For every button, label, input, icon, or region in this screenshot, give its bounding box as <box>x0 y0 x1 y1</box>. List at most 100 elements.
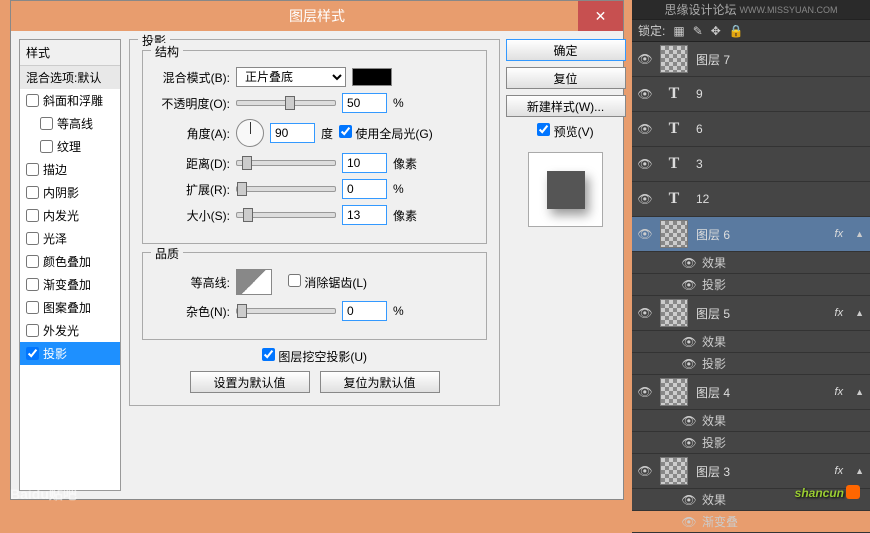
visibility-icon[interactable]: 👁 <box>638 306 652 320</box>
layer-thumbnail[interactable] <box>660 220 688 248</box>
layer-effect-row[interactable]: 👁渐变叠 <box>632 511 870 533</box>
set-default-button[interactable]: 设置为默认值 <box>190 371 310 393</box>
layer-thumbnail[interactable] <box>660 378 688 406</box>
distance-slider[interactable] <box>236 160 336 166</box>
new-style-button[interactable]: 新建样式(W)... <box>506 95 626 117</box>
lock-all-icon[interactable]: 🔒 <box>729 24 744 38</box>
lock-image-icon[interactable]: ▦ <box>673 24 684 38</box>
style-item-color-overlay[interactable]: 颜色叠加 <box>20 250 120 273</box>
visibility-icon[interactable]: 👁 <box>638 157 652 171</box>
expand-icon[interactable]: ▲ <box>855 387 864 397</box>
layer-thumbnail[interactable] <box>660 457 688 485</box>
visibility-icon[interactable]: 👁 <box>682 357 696 371</box>
inner-glow-checkbox[interactable] <box>26 209 39 222</box>
style-item-inner-glow[interactable]: 内发光 <box>20 204 120 227</box>
titlebar[interactable]: 图层样式 ✕ <box>11 1 623 31</box>
outer-glow-checkbox[interactable] <box>26 324 39 337</box>
inner-shadow-checkbox[interactable] <box>26 186 39 199</box>
stroke-checkbox[interactable] <box>26 163 39 176</box>
knockout-checkbox[interactable] <box>262 348 275 361</box>
reset-button[interactable]: 复位 <box>506 67 626 89</box>
visibility-icon[interactable]: 👁 <box>682 414 696 428</box>
style-item-pattern-overlay[interactable]: 图案叠加 <box>20 296 120 319</box>
expand-icon[interactable]: ▲ <box>855 466 864 476</box>
layer-row[interactable]: 👁 图层 4 fx ▲ <box>632 375 870 410</box>
opacity-input[interactable] <box>342 93 387 113</box>
style-item-texture[interactable]: 纹理 <box>20 135 120 158</box>
angle-input[interactable] <box>270 123 315 143</box>
spread-slider[interactable] <box>236 186 336 192</box>
visibility-icon[interactable]: 👁 <box>682 493 696 507</box>
visibility-icon[interactable]: 👁 <box>638 192 652 206</box>
layer-effect-row[interactable]: 👁效果 <box>632 410 870 432</box>
layer-name[interactable]: 12 <box>696 192 864 206</box>
color-overlay-checkbox[interactable] <box>26 255 39 268</box>
style-item-satin[interactable]: 光泽 <box>20 227 120 250</box>
expand-icon[interactable]: ▲ <box>855 308 864 318</box>
drop-shadow-checkbox[interactable] <box>26 347 39 360</box>
visibility-icon[interactable]: 👁 <box>682 256 696 270</box>
layer-name[interactable]: 图层 3 <box>696 463 827 480</box>
preview-checkbox[interactable] <box>537 123 550 136</box>
spread-input[interactable] <box>342 179 387 199</box>
layer-name[interactable]: 图层 6 <box>696 226 827 243</box>
visibility-icon[interactable]: 👁 <box>638 87 652 101</box>
texture-checkbox[interactable] <box>40 140 53 153</box>
fx-badge[interactable]: fx <box>835 228 844 240</box>
visibility-icon[interactable]: 👁 <box>638 464 652 478</box>
layer-name[interactable]: 9 <box>696 87 864 101</box>
visibility-icon[interactable]: 👁 <box>682 515 696 529</box>
preview-label[interactable]: 预览(V) <box>537 123 593 140</box>
layer-effect-row[interactable]: 👁效果 <box>632 331 870 353</box>
layer-row[interactable]: 👁T9 <box>632 77 870 112</box>
visibility-icon[interactable]: 👁 <box>682 278 696 292</box>
grad-overlay-checkbox[interactable] <box>26 278 39 291</box>
lock-move-icon[interactable]: ✥ <box>711 24 721 38</box>
pattern-overlay-checkbox[interactable] <box>26 301 39 314</box>
visibility-icon[interactable]: 👁 <box>682 335 696 349</box>
style-item-inner-shadow[interactable]: 内阴影 <box>20 181 120 204</box>
style-item-bevel[interactable]: 斜面和浮雕 <box>20 89 120 112</box>
layer-row[interactable]: 👁 图层 6 fx ▲ <box>632 217 870 252</box>
visibility-icon[interactable]: 👁 <box>638 385 652 399</box>
layer-effect-row[interactable]: 👁投影 <box>632 353 870 375</box>
visibility-icon[interactable]: 👁 <box>682 436 696 450</box>
layer-name[interactable]: 图层 5 <box>696 305 827 322</box>
layer-row[interactable]: 👁 图层 5 fx ▲ <box>632 296 870 331</box>
ok-button[interactable]: 确定 <box>506 39 626 61</box>
global-light-checkbox[interactable] <box>339 125 352 138</box>
fx-badge[interactable]: fx <box>835 386 844 398</box>
shadow-color-swatch[interactable] <box>352 68 392 86</box>
fx-badge[interactable]: fx <box>835 307 844 319</box>
layer-thumbnail[interactable] <box>660 299 688 327</box>
knockout-label[interactable]: 图层挖空投影(U) <box>262 350 367 364</box>
expand-icon[interactable]: ▲ <box>855 229 864 239</box>
layer-row[interactable]: 👁图层 7 <box>632 42 870 77</box>
blend-mode-select[interactable]: 正片叠底 <box>236 67 346 87</box>
visibility-icon[interactable]: 👁 <box>638 227 652 241</box>
antialias-label[interactable]: 消除锯齿(L) <box>288 274 367 291</box>
layer-effect-row[interactable]: 👁效果 <box>632 252 870 274</box>
angle-dial[interactable] <box>236 119 264 147</box>
style-item-outer-glow[interactable]: 外发光 <box>20 319 120 342</box>
close-button[interactable]: ✕ <box>578 1 623 31</box>
distance-input[interactable] <box>342 153 387 173</box>
layer-name[interactable]: 6 <box>696 122 864 136</box>
fx-badge[interactable]: fx <box>835 465 844 477</box>
style-item-grad-overlay[interactable]: 渐变叠加 <box>20 273 120 296</box>
layer-row[interactable]: 👁T6 <box>632 112 870 147</box>
reset-default-button[interactable]: 复位为默认值 <box>320 371 440 393</box>
global-light-label[interactable]: 使用全局光(G) <box>339 125 433 142</box>
contour-checkbox[interactable] <box>40 117 53 130</box>
layer-name[interactable]: 图层 7 <box>696 51 864 68</box>
visibility-icon[interactable]: 👁 <box>638 122 652 136</box>
size-slider[interactable] <box>236 212 336 218</box>
layer-row[interactable]: 👁T12 <box>632 182 870 217</box>
layer-effect-row[interactable]: 👁投影 <box>632 432 870 454</box>
style-item-stroke[interactable]: 描边 <box>20 158 120 181</box>
noise-input[interactable] <box>342 301 387 321</box>
noise-slider[interactable] <box>236 308 336 314</box>
layer-name[interactable]: 图层 4 <box>696 384 827 401</box>
layer-row[interactable]: 👁T3 <box>632 147 870 182</box>
size-input[interactable] <box>342 205 387 225</box>
